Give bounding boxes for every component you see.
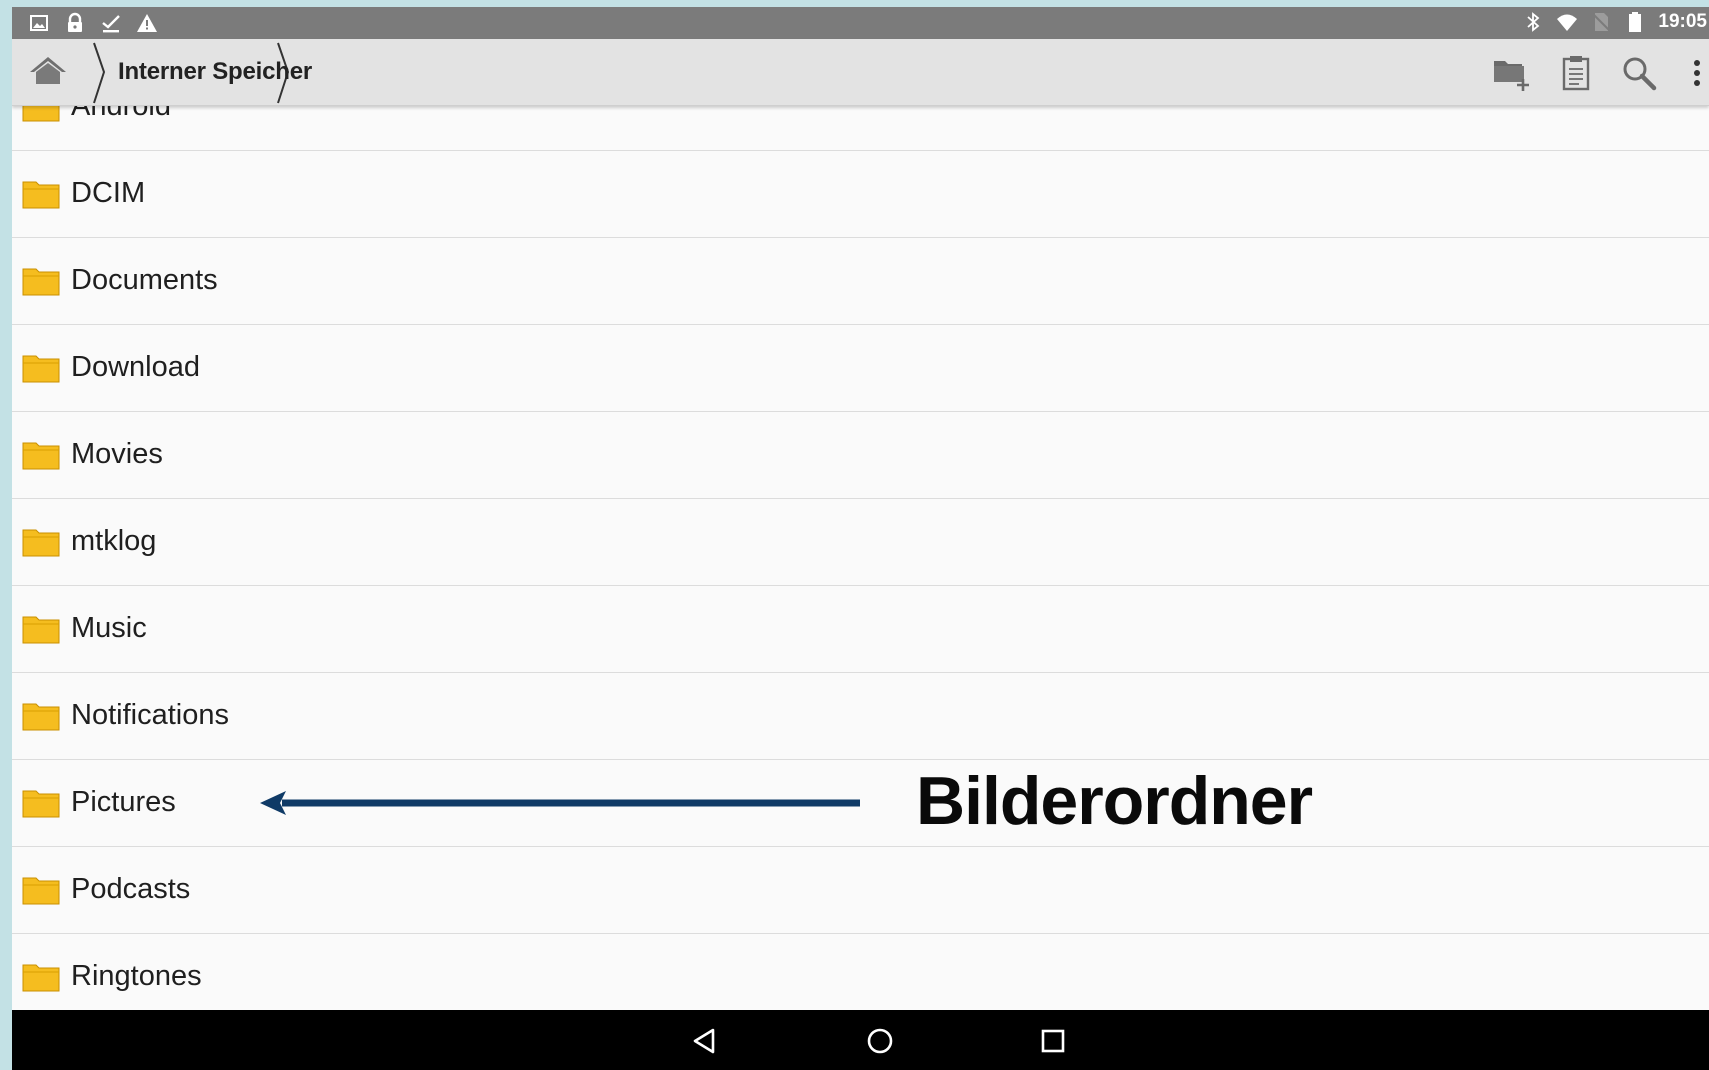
list-item[interactable]: mtklog [12,499,1709,586]
annotation-label: Bilderordner [916,763,1313,839]
folder-icon [22,355,60,383]
lock-icon [68,12,82,32]
back-icon[interactable] [687,1024,721,1058]
folder-name: Movies [71,438,163,470]
no-sim-icon [1592,13,1612,32]
list-item[interactable]: Notifications [12,673,1709,760]
list-item[interactable]: Download [12,325,1709,412]
wifi-icon [1557,14,1578,31]
warning-icon [137,14,157,32]
file-manager-screen: 19:05 Interner Speicher Android DCIM Doc… [12,7,1709,1070]
folder-icon [22,877,60,905]
folder-name: Ringtones [71,960,202,992]
bluetooth-icon [1527,12,1540,32]
status-time: 19:05 [1658,11,1707,32]
folder-icon [22,616,60,644]
annotation-arrow [260,791,860,815]
folder-name: DCIM [71,177,146,209]
search-icon[interactable] [1619,53,1659,93]
clipboard-icon[interactable] [1556,53,1596,93]
navigation-bar [12,1010,1709,1070]
folder-name: mtklog [71,525,157,557]
status-bar: 19:05 [12,7,1709,39]
checkmark-icon [102,15,120,33]
folder-list: Android DCIM Documents Download Movies m… [12,64,1709,1021]
folder-icon [22,790,60,818]
toolbar: Interner Speicher [12,39,1709,106]
folder-name: Pictures [71,786,176,818]
battery-icon [1629,12,1642,32]
more-vert-icon[interactable] [1685,53,1709,93]
list-item[interactable]: Documents [12,238,1709,325]
list-item[interactable]: Ringtones [12,934,1709,1021]
folder-icon [22,703,60,731]
home-circle-icon[interactable] [863,1024,897,1058]
new-folder-icon[interactable] [1492,53,1532,93]
list-item[interactable]: Podcasts [12,847,1709,934]
list-item[interactable]: Movies [12,412,1709,499]
folder-icon [22,181,60,209]
folder-name: Download [71,351,200,383]
folder-name: Podcasts [71,873,191,905]
folder-icon [22,964,60,992]
list-item[interactable]: Music [12,586,1709,673]
home-icon[interactable] [26,51,70,93]
folder-name: Music [71,612,147,644]
list-item[interactable]: DCIM [12,151,1709,238]
folder-name: Documents [71,264,218,296]
breadcrumb[interactable]: Interner Speicher [82,39,322,105]
image-icon [30,15,48,31]
folder-icon [22,442,60,470]
folder-icon [22,529,60,557]
recents-icon[interactable] [1036,1024,1070,1058]
breadcrumb-label: Interner Speicher [118,58,313,85]
folder-name: Notifications [71,699,229,731]
folder-icon [22,268,60,296]
